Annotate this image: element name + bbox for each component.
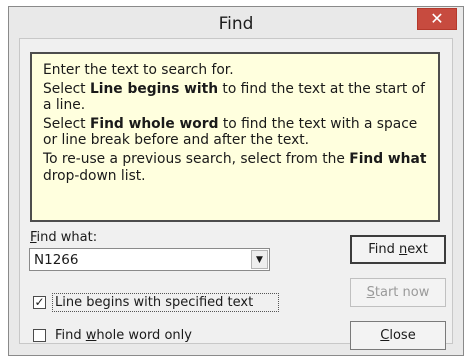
close-icon: ✕	[430, 9, 444, 28]
line-begins-checkbox[interactable]: ✓	[33, 296, 46, 309]
whole-word-checkbox[interactable]	[33, 329, 46, 342]
chevron-down-icon[interactable]: ▼	[251, 250, 268, 269]
instructions-panel: Enter the text to search for. Select Lin…	[30, 52, 440, 222]
dialog-title: Find	[218, 14, 254, 34]
find-what-label: Find what:	[30, 230, 98, 245]
find-next-button[interactable]: Find next	[350, 235, 446, 264]
close-button[interactable]: Close	[350, 321, 446, 350]
whole-word-label[interactable]: Find whole word only	[55, 328, 192, 343]
start-now-button[interactable]: Start now	[350, 278, 446, 307]
dialog-content: Enter the text to search for. Select Lin…	[19, 38, 453, 350]
find-what-value[interactable]: N1266	[34, 252, 78, 268]
instruction-line: Select Line begins with to find the text…	[43, 80, 425, 114]
instruction-line: To re-use a previous search, select from…	[43, 150, 427, 184]
close-window-button[interactable]: ✕	[417, 8, 457, 30]
instruction-line: Enter the text to search for.	[43, 62, 234, 78]
title-bar[interactable]: Find ✕	[9, 7, 463, 37]
instruction-line: Select Find whole word to find the text …	[43, 115, 418, 149]
find-dialog: Find ✕ Enter the text to search for. Sel…	[8, 6, 464, 356]
line-begins-label[interactable]: Line begins with specified text	[55, 295, 253, 310]
find-what-combobox[interactable]: N1266 ▼	[29, 248, 270, 271]
